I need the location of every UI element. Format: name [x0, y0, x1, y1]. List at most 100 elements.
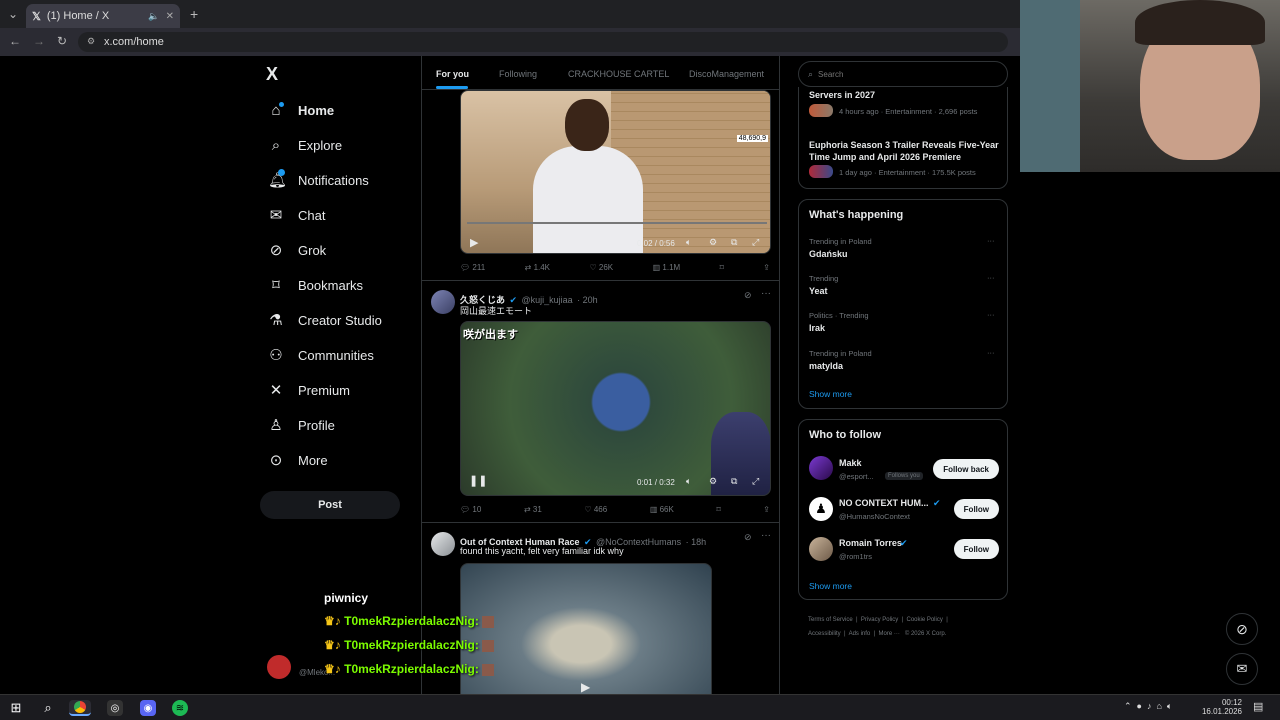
bookmark-icon[interactable]: ⌑ — [720, 263, 724, 272]
follow-avatar[interactable] — [809, 537, 833, 561]
address-bar[interactable]: ⚙ x.com/home — [78, 32, 1008, 52]
more-options-icon[interactable]: ··· — [761, 530, 771, 541]
video-progress[interactable] — [467, 222, 767, 224]
repost-button[interactable]: ⇄ 1.4K — [525, 263, 550, 272]
fullscreen-icon[interactable]: ⤢ — [752, 237, 759, 248]
clock[interactable]: 00:12 16.01.2026 — [1200, 698, 1242, 716]
grok-float-icon[interactable]: ⊘ — [1226, 613, 1258, 645]
footer-link[interactable]: Privacy Policy — [861, 617, 898, 623]
nav-home[interactable]: ⌂ Home — [268, 96, 334, 124]
post-button[interactable]: Post — [260, 491, 400, 519]
tweet-time[interactable]: · 20h — [577, 295, 598, 305]
footer-link[interactable]: Cookie Policy — [907, 617, 943, 623]
follow-name[interactable]: Romain Torres — [839, 538, 902, 548]
trend-name[interactable]: Irak — [809, 323, 825, 333]
back-icon[interactable]: ← — [9, 34, 21, 48]
volume-icon[interactable]: 🔈︎ — [686, 237, 691, 248]
tweet-time[interactable]: · 18h — [686, 537, 707, 547]
follow-avatar[interactable]: ♟ — [809, 497, 833, 521]
news-title[interactable]: Euphoria Season 3 Trailer Reveals Five-Y… — [809, 139, 1004, 163]
discord-icon[interactable]: ◉ — [140, 700, 156, 716]
tab-list-icon[interactable]: ⌄ — [8, 7, 18, 21]
nav-grok[interactable]: ⊘ Grok — [268, 236, 326, 264]
like-button[interactable]: ♡ 466 — [584, 505, 607, 514]
nav-explore[interactable]: ⌕ Explore — [268, 131, 342, 159]
follow-name[interactable]: Makk — [839, 458, 862, 468]
nav-profile[interactable]: ♙ Profile — [268, 411, 335, 439]
tab-following[interactable]: Following — [499, 69, 537, 79]
messages-float-icon[interactable]: ✉ — [1226, 653, 1258, 685]
news-title[interactable]: Servers in 2027 — [809, 90, 875, 100]
tray-icons[interactable]: ⌃●♪⌂🔈︎ — [1124, 701, 1177, 712]
follow-avatar[interactable] — [809, 456, 833, 480]
nav-creator-studio[interactable]: ⚗ Creator Studio — [268, 306, 382, 334]
tab-crackhouse-cartel[interactable]: CRACKHOUSE CARTEL — [568, 69, 669, 79]
account-avatar[interactable] — [267, 655, 291, 679]
bookmark-icon[interactable]: ⌑ — [716, 505, 720, 514]
tweet1-video[interactable]: 48,690,9 ▶ 0:02 / 0:56 🔈︎ ⚙ ⧉ ⤢ — [460, 90, 771, 254]
pip-icon[interactable]: ⧉ — [731, 476, 737, 487]
pause-icon[interactable]: ❚❚ — [469, 474, 487, 487]
new-tab-icon[interactable]: + — [190, 6, 198, 22]
search-icon[interactable]: ⌕ — [40, 700, 56, 716]
footer-link[interactable]: Ads info — [849, 631, 871, 637]
play-icon[interactable]: ▶ — [470, 236, 478, 249]
fullscreen-icon[interactable]: ⤢ — [752, 476, 759, 487]
share-icon[interactable]: ⇪ — [763, 263, 770, 272]
tab-audio-icon[interactable]: 🔈 — [148, 11, 159, 22]
forward-icon[interactable]: → — [33, 34, 45, 48]
tweet2-video[interactable]: 咲が出ます ❚❚ 0:01 / 0:32 🔈︎ ⚙ ⧉ ⤢ — [460, 321, 771, 496]
tab-for-you[interactable]: For you — [436, 69, 469, 79]
footer-link[interactable]: More ··· — [879, 631, 900, 637]
follow-button[interactable]: Follow — [953, 499, 999, 519]
footer-link[interactable]: Terms of Service — [808, 617, 853, 623]
follow-back-button[interactable]: Follow back — [933, 459, 999, 479]
reload-icon[interactable]: ↻ — [57, 34, 67, 48]
trend-name[interactable]: Yeat — [809, 286, 828, 296]
reply-button[interactable]: 💬︎ 10 — [460, 505, 481, 514]
settings-icon[interactable]: ⚙ — [709, 237, 717, 248]
nav-communities[interactable]: ⚇ Communities — [268, 341, 374, 369]
trend-name[interactable]: matylda — [809, 361, 843, 371]
trend-more-icon[interactable]: ··· — [987, 310, 995, 319]
tweet2-avatar[interactable] — [431, 290, 455, 314]
more-options-icon[interactable]: ··· — [761, 288, 771, 299]
trend-more-icon[interactable]: ··· — [987, 236, 995, 245]
follow-button[interactable]: Follow — [953, 539, 999, 559]
site-info-icon[interactable]: ⚙ — [87, 36, 95, 47]
reply-button[interactable]: 💬︎ 211 — [460, 263, 485, 272]
notifications-center-icon[interactable]: ▤ — [1253, 700, 1263, 713]
windows-start-icon[interactable]: ⊞ — [8, 700, 24, 716]
tab-discomanagement[interactable]: DiscoManagement — [689, 69, 764, 79]
spotify-icon[interactable]: ≋ — [172, 700, 188, 716]
grok-icon[interactable]: ⊘ — [744, 290, 752, 301]
play-icon[interactable]: ▶ — [581, 680, 590, 694]
chrome-icon[interactable] — [69, 700, 91, 716]
nav-bookmarks[interactable]: ⌑ Bookmarks — [268, 271, 363, 299]
nav-more[interactable]: ⊙ More — [268, 446, 328, 474]
app-icon[interactable]: ◎ — [107, 700, 123, 716]
search-box[interactable]: ⌕ — [798, 61, 1008, 87]
tweet3-avatar[interactable] — [431, 532, 455, 556]
show-more-link[interactable]: Show more — [809, 389, 852, 399]
settings-icon[interactable]: ⚙ — [709, 476, 717, 487]
pip-icon[interactable]: ⧉ — [731, 237, 737, 248]
trend-more-icon[interactable]: ··· — [987, 273, 995, 282]
trend-name[interactable]: Gdańsku — [809, 249, 848, 259]
nav-chat[interactable]: ✉ Chat — [268, 201, 326, 229]
volume-icon[interactable]: 🔈︎ — [686, 476, 691, 487]
views-button[interactable]: ▥ 1.1M — [653, 263, 681, 272]
trend-more-icon[interactable]: ··· — [987, 348, 995, 357]
nav-premium[interactable]: ✕ Premium — [268, 376, 350, 404]
browser-tab[interactable]: 𝕏 (1) Home / X 🔈 ✕ — [26, 4, 180, 28]
footer-link[interactable]: Accessibility — [808, 631, 841, 637]
x-logo-icon[interactable]: X — [266, 64, 278, 85]
grok-icon[interactable]: ⊘ — [744, 532, 752, 543]
show-more-link[interactable]: Show more — [809, 581, 852, 591]
repost-button[interactable]: ⇄ 31 — [524, 505, 542, 514]
follow-name[interactable]: NO CONTEXT HUM... — [839, 498, 929, 508]
views-button[interactable]: ▥ 66K — [650, 505, 674, 514]
tab-close-icon[interactable]: ✕ — [166, 11, 174, 22]
share-icon[interactable]: ⇪ — [763, 505, 770, 514]
search-input[interactable] — [818, 69, 989, 79]
